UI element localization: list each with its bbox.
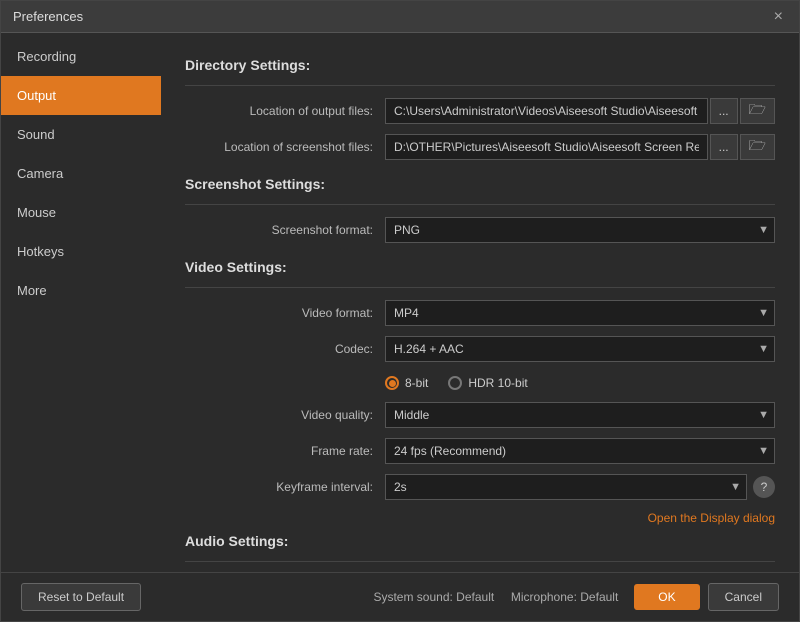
keyframe-help-button[interactable]: ? [753, 476, 775, 498]
radio-8bit[interactable]: 8-bit [385, 376, 428, 390]
sidebar-item-more[interactable]: More [1, 271, 161, 310]
sidebar-item-camera[interactable]: Camera [1, 154, 161, 193]
microphone-label: Microphone: [511, 590, 577, 604]
output-files-folder-button[interactable]: 🗁 [740, 98, 775, 124]
dialog-title: Preferences [13, 9, 83, 24]
framerate-select[interactable]: 15 fps 20 fps 24 fps (Recommend) 30 fps … [385, 438, 775, 464]
video-quality-select[interactable]: Low Middle High Lossless [385, 402, 775, 428]
video-codec-label: Codec: [185, 342, 385, 356]
sidebar-item-output[interactable]: Output [1, 76, 161, 115]
directory-divider [185, 85, 775, 86]
screenshot-format-select[interactable]: PNG JPG BMP [385, 217, 775, 243]
keyframe-select[interactable]: 1s 2s 3s 4s 5s [385, 474, 747, 500]
video-codec-control: H.264 + AAC H.265 + AAC MPEG4 + AAC ▼ [385, 336, 775, 362]
video-settings-title: Video Settings: [185, 259, 775, 275]
content-area: Directory Settings: Location of output f… [161, 33, 799, 572]
folder-icon: 🗁 [749, 101, 766, 117]
open-display-container: Open the Display dialog [185, 510, 775, 525]
radio-8bit-label: 8-bit [405, 376, 428, 390]
sidebar: Recording Output Sound Camera Mouse Hotk… [1, 33, 161, 572]
framerate-select-wrapper: 15 fps 20 fps 24 fps (Recommend) 30 fps … [385, 438, 775, 464]
video-quality-label: Video quality: [185, 408, 385, 422]
system-sound-value: Default [456, 590, 494, 604]
framerate-label: Frame rate: [185, 444, 385, 458]
framerate-row: Frame rate: 15 fps 20 fps 24 fps (Recomm… [185, 438, 775, 464]
video-codec-row: Codec: H.264 + AAC H.265 + AAC MPEG4 + A… [185, 336, 775, 362]
radio-8bit-circle [385, 376, 399, 390]
video-codec-select[interactable]: H.264 + AAC H.265 + AAC MPEG4 + AAC [385, 336, 775, 362]
screenshot-divider [185, 204, 775, 205]
radio-hdr-circle [448, 376, 462, 390]
screenshot-files-label: Location of screenshot files: [185, 140, 385, 154]
screenshot-settings-title: Screenshot Settings: [185, 176, 775, 192]
screenshot-files-folder-button[interactable]: 🗁 [740, 134, 775, 160]
system-sound-info: System sound: Default Microphone: Defaul… [373, 590, 618, 604]
footer-right: System sound: Default Microphone: Defaul… [373, 583, 779, 611]
screenshot-format-control: PNG JPG BMP ▼ [385, 217, 775, 243]
open-display-link[interactable]: Open the Display dialog [648, 511, 775, 525]
video-quality-select-wrapper: Low Middle High Lossless ▼ [385, 402, 775, 428]
directory-settings-title: Directory Settings: [185, 57, 775, 73]
framerate-control: 15 fps 20 fps 24 fps (Recommend) 30 fps … [385, 438, 775, 464]
video-quality-control: Low Middle High Lossless ▼ [385, 402, 775, 428]
cancel-button[interactable]: Cancel [708, 583, 779, 611]
screenshot-format-row: Screenshot format: PNG JPG BMP ▼ [185, 217, 775, 243]
video-format-row: Video format: MP4 MOV AVI WMV FLV ▼ [185, 300, 775, 326]
keyframe-row: Keyframe interval: 1s 2s 3s 4s 5s ▼ ? [185, 474, 775, 500]
radio-hdr[interactable]: HDR 10-bit [448, 376, 527, 390]
screenshot-files-row: Location of screenshot files: ... 🗁 [185, 134, 775, 160]
screenshot-files-dots-button[interactable]: ... [710, 134, 738, 160]
video-format-control: MP4 MOV AVI WMV FLV ▼ [385, 300, 775, 326]
sidebar-item-mouse[interactable]: Mouse [1, 193, 161, 232]
microphone-value: Default [580, 590, 618, 604]
folder-icon-2: 🗁 [749, 137, 766, 153]
output-files-row: Location of output files: ... 🗁 [185, 98, 775, 124]
preferences-dialog: Preferences × Recording Output Sound Cam… [0, 0, 800, 622]
ok-button[interactable]: OK [634, 584, 699, 610]
audio-divider [185, 561, 775, 562]
output-files-input[interactable] [385, 98, 708, 124]
keyframe-label: Keyframe interval: [185, 480, 385, 494]
system-sound-label: System sound: [373, 590, 452, 604]
title-bar: Preferences × [1, 1, 799, 33]
sidebar-item-sound[interactable]: Sound [1, 115, 161, 154]
reset-button[interactable]: Reset to Default [21, 583, 141, 611]
radio-hdr-label: HDR 10-bit [468, 376, 527, 390]
screenshot-format-select-wrapper: PNG JPG BMP ▼ [385, 217, 775, 243]
output-files-controls: ... 🗁 [385, 98, 775, 124]
footer: Reset to Default System sound: Default M… [1, 572, 799, 621]
output-files-dots-button[interactable]: ... [710, 98, 738, 124]
dialog-body: Recording Output Sound Camera Mouse Hotk… [1, 33, 799, 572]
screenshot-files-controls: ... 🗁 [385, 134, 775, 160]
output-files-label: Location of output files: [185, 104, 385, 118]
sidebar-item-recording[interactable]: Recording [1, 37, 161, 76]
video-quality-row: Video quality: Low Middle High Lossless … [185, 402, 775, 428]
audio-settings-title: Audio Settings: [185, 533, 775, 549]
close-button[interactable]: × [770, 7, 787, 27]
video-format-label: Video format: [185, 306, 385, 320]
video-codec-select-wrapper: H.264 + AAC H.265 + AAC MPEG4 + AAC ▼ [385, 336, 775, 362]
bitdepth-radio-group: 8-bit HDR 10-bit [385, 372, 775, 394]
screenshot-files-input[interactable] [385, 134, 708, 160]
keyframe-control: 1s 2s 3s 4s 5s ▼ ? [385, 474, 775, 500]
video-format-select[interactable]: MP4 MOV AVI WMV FLV [385, 300, 775, 326]
video-divider [185, 287, 775, 288]
video-format-select-wrapper: MP4 MOV AVI WMV FLV ▼ [385, 300, 775, 326]
sidebar-item-hotkeys[interactable]: Hotkeys [1, 232, 161, 271]
keyframe-select-wrapper: 1s 2s 3s 4s 5s ▼ [385, 474, 747, 500]
screenshot-format-label: Screenshot format: [185, 223, 385, 237]
